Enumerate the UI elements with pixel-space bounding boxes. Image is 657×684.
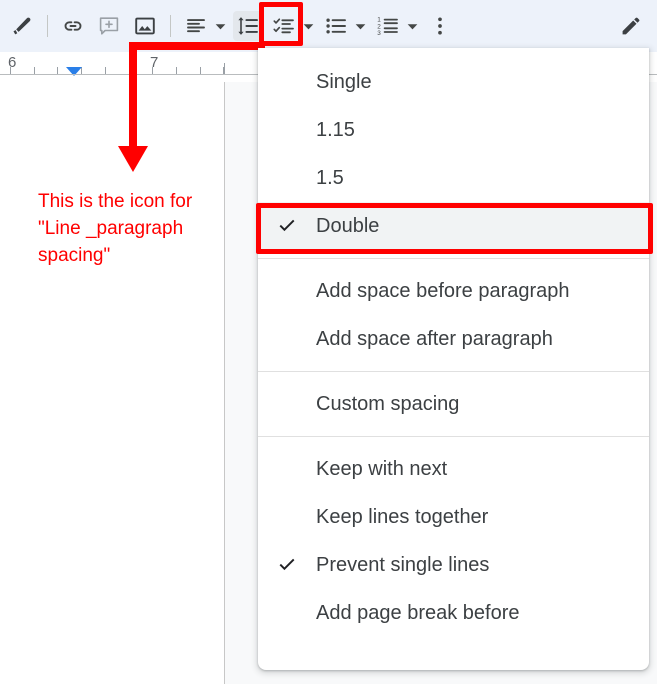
red-arrow-horizontal-segment	[133, 42, 265, 50]
bulleted-list-icon	[324, 14, 348, 38]
toolbar-more-options-icon-button[interactable]	[422, 8, 458, 44]
menu-item-label: Add space before paragraph	[316, 279, 570, 302]
toolbar-line-paragraph-spacing-icon-button[interactable]	[230, 8, 266, 44]
menu-item-label: Prevent single lines	[316, 553, 490, 576]
menu-item-label: Add page break before	[316, 601, 520, 624]
menu-item-label: Add space after paragraph	[316, 327, 553, 350]
svg-text:3: 3	[377, 30, 381, 37]
insert-link-icon	[61, 14, 85, 38]
google-docs-screenshot: 123 6 7 This is the icon for "Line _parag…	[0, 0, 657, 684]
red-arrow-vertical-segment	[129, 42, 137, 152]
toolbar-checklist-icon-button[interactable]	[266, 8, 302, 44]
toolbar-highlight-pen-icon-button[interactable]	[4, 8, 40, 44]
checklist-icon	[272, 14, 296, 38]
check-icon	[258, 215, 316, 237]
align-icon	[184, 14, 208, 38]
menu-item-add-page-break-before[interactable]: Add page break before	[258, 589, 649, 637]
menu-divider	[258, 371, 649, 372]
ruler-number: 7	[150, 54, 159, 71]
menu-group: Custom spacing	[258, 380, 649, 428]
ruler-tick	[199, 67, 201, 74]
menu-item-keep-lines-together[interactable]: Keep lines together	[258, 493, 649, 541]
line-paragraph-spacing-menu[interactable]: Single 1.15 1.5 Double Add space before para…	[258, 48, 649, 670]
menu-item-keep-with-next[interactable]: Keep with next	[258, 445, 649, 493]
menu-item-1-5[interactable]: 1.5	[258, 154, 649, 202]
ruler-tick-margin	[224, 63, 225, 74]
more-options-icon	[428, 14, 452, 38]
menu-item-1-15[interactable]: 1.15	[258, 106, 649, 154]
toolbar-add-comment-icon-button[interactable]	[91, 8, 127, 44]
annotation-text: This is the icon for "Line _paragraph sp…	[38, 191, 193, 266]
pencil-icon	[619, 14, 643, 38]
menu-item-single[interactable]: Single	[258, 58, 649, 106]
ruler-tick	[57, 67, 59, 74]
menu-item-custom-spacing[interactable]: Custom spacing	[258, 380, 649, 428]
menu-item-add-space-before-paragraph[interactable]: Add space before paragraph	[258, 267, 649, 315]
toolbar-align-icon-button[interactable]	[178, 8, 214, 44]
menu-divider	[258, 436, 649, 437]
ruler-tick	[175, 67, 177, 74]
red-arrow-head	[118, 146, 148, 172]
menu-group: Add space before paragraph Add space afte…	[258, 267, 649, 363]
numbered-list-icon: 123	[376, 14, 400, 38]
formatting-toolbar: 123	[0, 0, 657, 52]
toolbar-editing-mode-button[interactable]	[613, 8, 649, 44]
toolbar-insert-image-icon-button[interactable]	[127, 8, 163, 44]
add-comment-icon	[97, 14, 121, 38]
menu-item-double[interactable]: Double	[258, 202, 649, 250]
menu-item-prevent-single-lines[interactable]: Prevent single lines	[258, 541, 649, 589]
menu-group: Keep with next Keep lines together Prevent…	[258, 445, 649, 637]
toolbar-separator	[170, 15, 171, 37]
toolbar-separator	[47, 15, 48, 37]
menu-item-label: 1.5	[316, 166, 344, 189]
check-icon	[258, 554, 316, 576]
line-paragraph-spacing-icon	[236, 14, 260, 38]
menu-item-add-space-after-paragraph[interactable]: Add space after paragraph	[258, 315, 649, 363]
page-right-edge	[224, 82, 225, 684]
ruler-tick	[33, 67, 35, 74]
highlight-pen-icon	[10, 14, 34, 38]
toolbar-numbered-list-icon-button[interactable]: 123	[370, 8, 406, 44]
menu-divider	[258, 258, 649, 259]
menu-item-label: Keep lines together	[316, 505, 489, 528]
menu-group: Single 1.15 1.5 Double	[258, 48, 649, 250]
ruler-tick	[104, 67, 106, 74]
toolbar-bulleted-list-icon-button[interactable]	[318, 8, 354, 44]
menu-item-label: 1.15	[316, 118, 355, 141]
menu-item-label: Double	[316, 214, 380, 237]
insert-image-icon	[133, 14, 157, 38]
menu-item-label: Keep with next	[316, 457, 448, 480]
menu-item-label: Custom spacing	[316, 392, 460, 415]
toolbar-insert-link-icon-button[interactable]	[55, 8, 91, 44]
ruler-number: 6	[8, 54, 17, 71]
menu-item-label: Single	[316, 70, 372, 93]
